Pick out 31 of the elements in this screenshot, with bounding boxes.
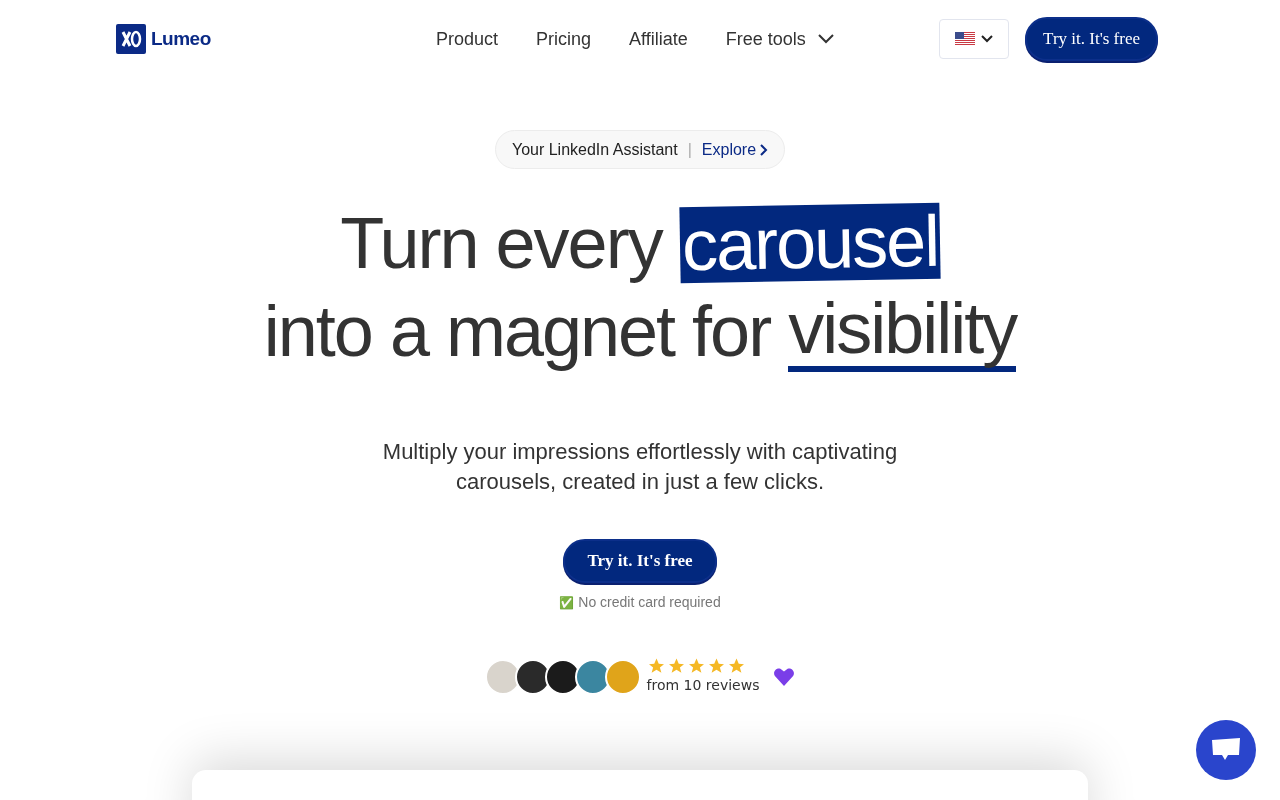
star-icon — [666, 657, 686, 675]
check-icon: ✅ — [559, 593, 575, 612]
chevron-down-icon — [981, 35, 994, 43]
star-icon — [686, 657, 706, 675]
try-free-button[interactable]: Try it. It's free — [1025, 17, 1158, 61]
try-free-button[interactable]: Try it. It's free — [563, 539, 717, 583]
star-icon — [706, 657, 726, 675]
nav-link[interactable]: Affiliate — [629, 25, 688, 53]
nav-link[interactable]: Pricing — [536, 25, 592, 53]
logo-icon — [116, 24, 146, 54]
badge-separator: | — [687, 139, 692, 160]
headline-text: Turn every — [340, 202, 664, 285]
heart-icon — [773, 666, 796, 687]
flag-icon — [955, 32, 976, 46]
language-selector[interactable] — [939, 19, 1010, 59]
logo-text: Lumeo — [151, 26, 211, 51]
note-text: No credit card required — [578, 593, 721, 612]
star-icon — [726, 657, 746, 675]
badge-text: Your LinkedIn Assistant — [511, 139, 678, 160]
subtitle: Multiply your impressions effortlessly with captivating carousels, created in just a few clicks. — [381, 438, 899, 496]
chat-button[interactable] — [1196, 720, 1256, 780]
nav-dropdown[interactable]: Free tools — [725, 25, 834, 53]
chevron-down-icon — [817, 34, 834, 44]
chevron-right-icon — [760, 143, 769, 156]
reviews-text: from 10 reviews — [646, 676, 760, 695]
explore-link[interactable]: Explore — [701, 137, 769, 162]
star-icon — [646, 657, 666, 675]
highlighted-word: carousel — [679, 202, 941, 284]
underlined-word: visibility — [788, 290, 1017, 372]
headline-text: into a magnet for — [263, 290, 772, 373]
nav-link[interactable]: Product — [436, 25, 499, 53]
